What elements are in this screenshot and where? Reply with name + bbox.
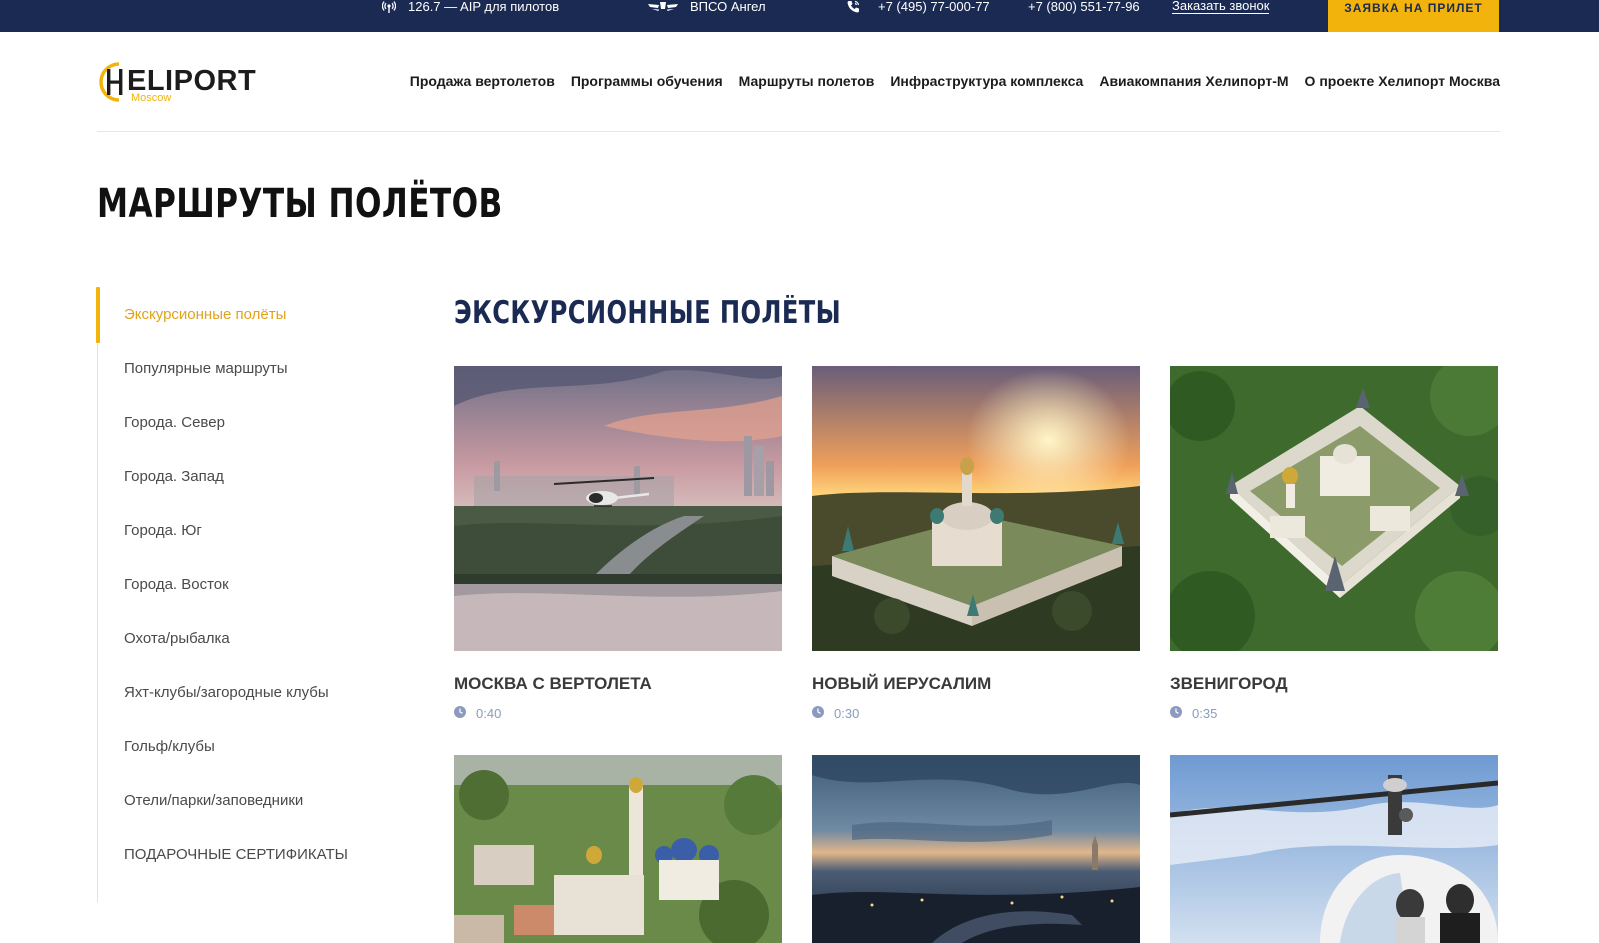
clock-icon [812, 706, 824, 721]
vpso-info[interactable]: ВПСО Ангел [648, 0, 766, 14]
antenna-icon [382, 0, 396, 14]
route-duration-text: 0:40 [476, 705, 502, 721]
wings-icon [648, 1, 678, 13]
main-nav: Продажа вертолетов Программы обучения Ма… [410, 72, 1500, 90]
phone-primary[interactable]: +7 (495) 77-000-77 [846, 0, 990, 14]
active-marker [96, 287, 100, 343]
sidebar-item-gift-certificates[interactable]: ПОДАРОЧНЫЕ СЕРТИФИКАТЫ [124, 846, 348, 864]
callback-label: Заказать звонок [1172, 0, 1270, 13]
route-image-helicopter[interactable] [1170, 755, 1498, 943]
nav-item-about[interactable]: О проекте Хелипорт Москва [1305, 72, 1500, 90]
sidebar-menu: Экскурсионные полёты Популярные маршруты… [96, 287, 397, 902]
route-duration-text: 0:35 [1192, 705, 1218, 721]
sidebar-item-east[interactable]: Города. Восток [124, 576, 229, 594]
nav-item-training[interactable]: Программы обучения [571, 72, 723, 90]
arrival-request-button[interactable]: ЗАЯВКА НА ПРИЛЕТ [1328, 0, 1499, 32]
route-duration: 0:35 [1170, 706, 1217, 721]
clock-icon [454, 706, 466, 721]
route-image-monastery[interactable] [454, 755, 782, 943]
sidebar-item-yacht-clubs[interactable]: Яхт-клубы/загородные клубы [124, 684, 329, 702]
aip-text: 126.7 — AIP для пилотов [408, 0, 560, 14]
sidebar-item-golf[interactable]: Гольф/клубы [124, 738, 215, 756]
clock-icon [1170, 706, 1182, 721]
phone-primary-text: +7 (495) 77-000-77 [878, 0, 990, 14]
route-image-moscow[interactable] [454, 366, 782, 651]
nav-item-infrastructure[interactable]: Инфраструктура комплекса [890, 72, 1083, 90]
route-title[interactable]: НОВЫЙ ИЕРУСАЛИМ [812, 674, 991, 694]
vpso-text: ВПСО Ангел [690, 0, 766, 14]
nav-item-helicopter-sales[interactable]: Продажа вертолетов [410, 72, 555, 90]
route-image-new-jerusalem[interactable] [812, 366, 1140, 651]
aip-info[interactable]: 126.7 — AIP для пилотов [382, 0, 559, 14]
sidebar-item-hotels[interactable]: Отели/парки/заповедники [124, 792, 303, 810]
sidebar-item-popular[interactable]: Популярные маршруты [124, 360, 288, 378]
route-title[interactable]: МОСКВА С ВЕРТОЛЕТА [454, 674, 652, 694]
route-image-zvenigorod[interactable] [1170, 366, 1498, 651]
logo-subtitle: Moscow [131, 92, 172, 104]
sidebar-item-hunting[interactable]: Охота/рыбалка [124, 630, 230, 648]
sidebar-item-excursion[interactable]: Экскурсионные полёты [124, 306, 286, 324]
page-title: МАРШРУТЫ ПОЛЁТОВ [97, 181, 503, 227]
sidebar-item-north[interactable]: Города. Север [124, 414, 225, 432]
sidebar-item-west[interactable]: Города. Запад [124, 468, 224, 486]
top-bar: 126.7 — AIP для пилотов ВПСО Ангел +7 (4… [0, 0, 1599, 32]
sidebar-item-south[interactable]: Города. Юг [124, 522, 202, 540]
phone-icon [846, 0, 862, 14]
section-title: ЭКСКУРСИОННЫЕ ПОЛЁТЫ [454, 295, 842, 331]
route-duration: 0:40 [454, 706, 501, 721]
phone-secondary[interactable]: +7 (800) 551-77-96 [1028, 0, 1140, 14]
nav-item-airline[interactable]: Авиакомпания Хелипорт-М [1099, 72, 1288, 90]
phone-secondary-text: +7 (800) 551-77-96 [1028, 0, 1140, 14]
route-duration-text: 0:30 [834, 705, 860, 721]
route-title[interactable]: ЗВЕНИГОРОД [1170, 674, 1288, 694]
heliport-logo[interactable]: ELIPORT Moscow [97, 60, 257, 110]
header-divider [97, 131, 1500, 132]
route-duration: 0:30 [812, 706, 859, 721]
callback-link[interactable]: Заказать звонок [1172, 0, 1270, 14]
nav-item-flight-routes[interactable]: Маршруты полетов [739, 72, 875, 90]
route-image-city-dusk[interactable] [812, 755, 1140, 943]
